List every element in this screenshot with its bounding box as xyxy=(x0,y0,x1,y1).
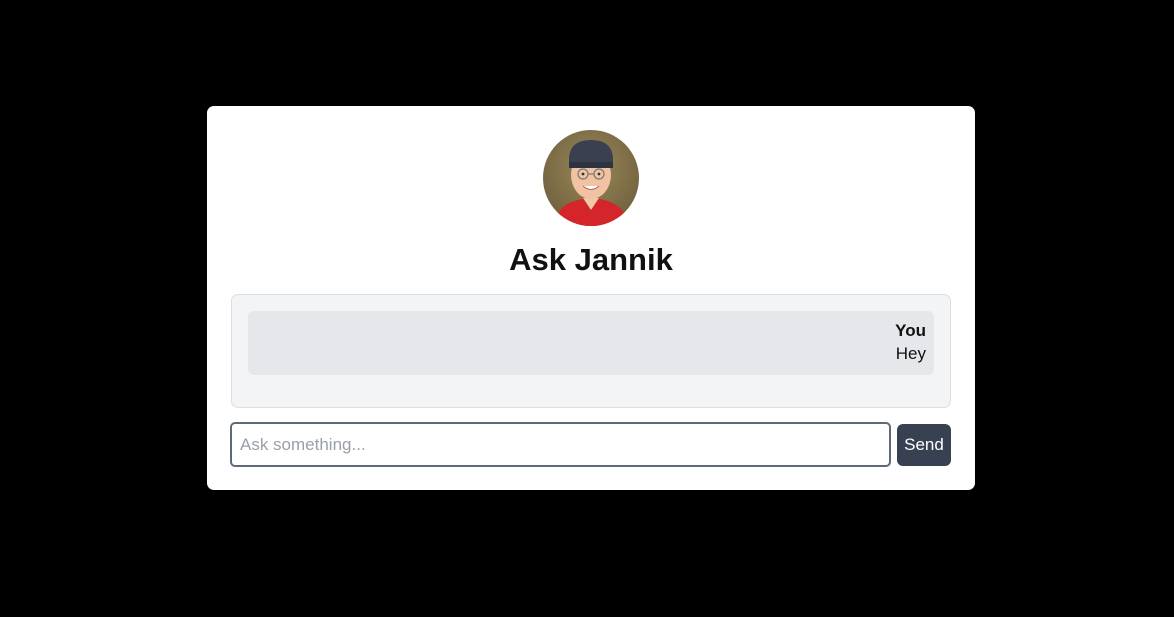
send-button[interactable]: Send xyxy=(897,424,951,466)
chat-input[interactable] xyxy=(230,422,891,467)
chat-card: Ask Jannik You Hey Send xyxy=(207,106,975,490)
message-text: Hey xyxy=(895,344,926,363)
avatar-photo xyxy=(543,130,639,226)
avatar xyxy=(543,130,639,226)
chat-messages: You Hey xyxy=(231,294,951,408)
composer: Send xyxy=(230,422,952,468)
page-title: Ask Jannik xyxy=(509,242,673,277)
message-bubble: You Hey xyxy=(248,311,934,375)
message-author: You xyxy=(895,321,926,340)
